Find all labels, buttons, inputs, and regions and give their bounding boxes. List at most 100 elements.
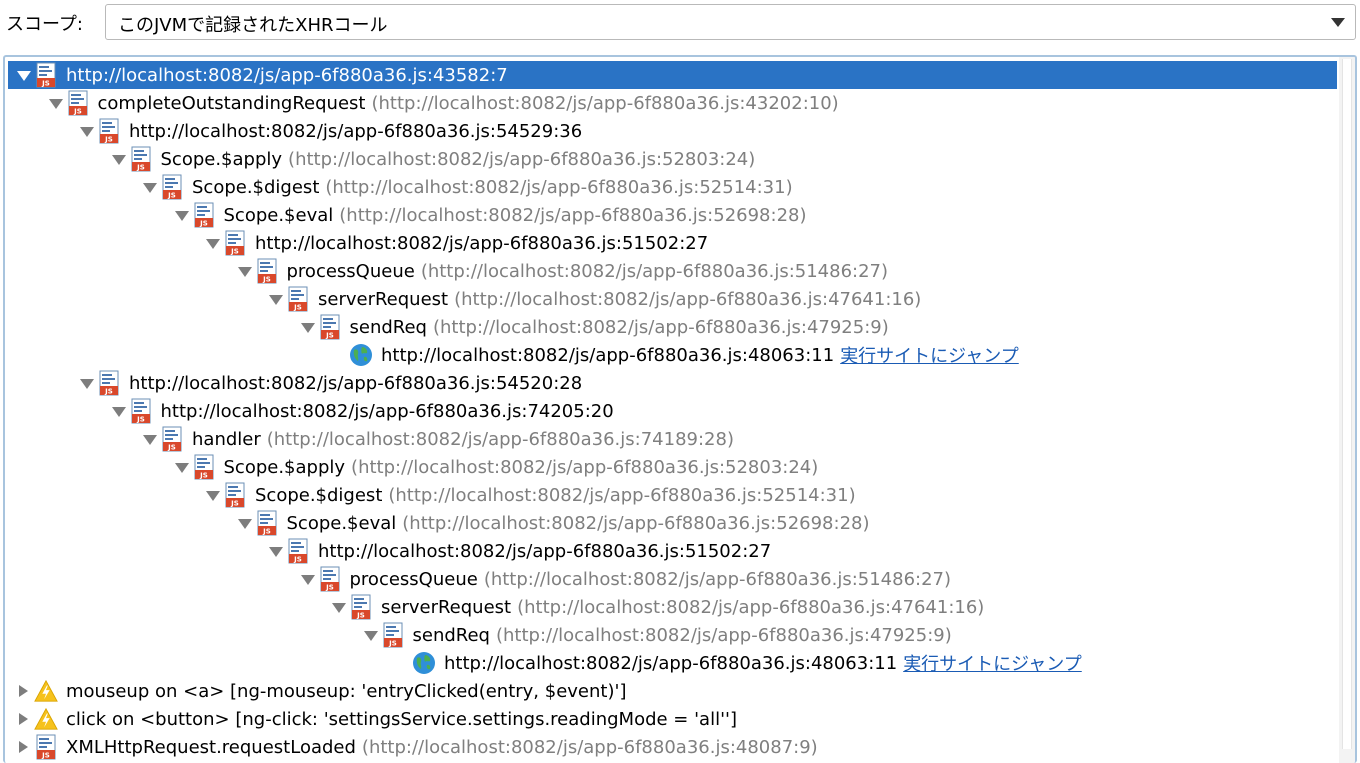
- expanded-triangle-icon[interactable]: [138, 173, 160, 201]
- js-file-icon: JS: [255, 258, 279, 284]
- expanded-triangle-icon[interactable]: [327, 593, 349, 621]
- expanded-triangle-icon[interactable]: [201, 229, 223, 257]
- svg-text:JS: JS: [167, 444, 176, 452]
- tree-row-location: (http://localhost:8082/js/app-6f880a36.j…: [371, 92, 839, 114]
- scope-dropdown[interactable]: このJVMで記録されたXHRコール: [105, 4, 1356, 40]
- tree-row-name: mouseup on <a> [ng-mouseup: 'entryClicke…: [66, 680, 627, 702]
- svg-text:JS: JS: [262, 528, 271, 536]
- svg-text:JS: JS: [104, 388, 113, 396]
- js-file-icon: JS: [318, 314, 342, 340]
- expanded-triangle-icon[interactable]: [233, 509, 255, 537]
- expanded-triangle-icon[interactable]: [75, 117, 97, 145]
- svg-text:JS: JS: [388, 640, 397, 648]
- tree-row[interactable]: JS XMLHttpRequest.requestLoaded (http://lo…: [8, 733, 1337, 761]
- leaf-spacer: [390, 649, 412, 677]
- tree-row[interactable]: JS processQueue (http://localhost:8082/js/…: [8, 257, 1337, 285]
- tree-row-location: (http://localhost:8082/js/app-6f880a36.j…: [402, 512, 870, 534]
- tree-row[interactable]: JS http://localhost:8082/js/app-6f880a36.…: [8, 229, 1337, 257]
- tree-row[interactable]: JS Scope.$digest (http://localhost:8082/js…: [8, 173, 1337, 201]
- js-file-icon: JS: [34, 62, 58, 88]
- tree-row[interactable]: JS processQueue (http://localhost:8082/js/…: [8, 565, 1337, 593]
- expanded-triangle-icon[interactable]: [170, 453, 192, 481]
- expanded-triangle-icon[interactable]: [264, 537, 286, 565]
- js-file-icon: JS: [349, 594, 373, 620]
- svg-text:JS: JS: [199, 220, 208, 228]
- tree-row[interactable]: click on <button> [ng-click: 'settingsSe…: [8, 705, 1337, 733]
- scrollbar-thumb[interactable]: [1342, 59, 1352, 749]
- svg-text:JS: JS: [136, 416, 145, 424]
- js-file-icon: JS: [160, 426, 184, 452]
- tree-row[interactable]: JS http://localhost:8082/js/app-6f880a36.…: [8, 537, 1337, 565]
- tree-row[interactable]: JS http://localhost:8082/js/app-6f880a36.…: [8, 61, 1337, 89]
- expanded-triangle-icon[interactable]: [44, 89, 66, 117]
- tree-row-location: (http://localhost:8082/js/app-6f880a36.j…: [517, 596, 985, 618]
- js-file-icon: JS: [223, 230, 247, 256]
- tree-row[interactable]: mouseup on <a> [ng-mouseup: 'entryClicke…: [8, 677, 1337, 705]
- vertical-scrollbar[interactable]: [1339, 57, 1355, 763]
- expanded-triangle-icon[interactable]: [296, 313, 318, 341]
- tree-row[interactable]: JS serverRequest (http://localhost:8082/js…: [8, 285, 1337, 313]
- tree-row-location: (http://localhost:8082/js/app-6f880a36.j…: [266, 428, 734, 450]
- expanded-triangle-icon[interactable]: [201, 481, 223, 509]
- svg-text:JS: JS: [73, 108, 82, 116]
- jump-to-call-site-link[interactable]: 実行サイトにジャンプ: [840, 342, 1019, 368]
- expanded-triangle-icon[interactable]: [12, 61, 34, 89]
- call-tree[interactable]: JS http://localhost:8082/js/app-6f880a36.…: [3, 55, 1357, 763]
- tree-row-name: serverRequest: [318, 288, 449, 310]
- svg-text:JS: JS: [293, 304, 302, 312]
- tree-row-name: processQueue: [286, 260, 415, 282]
- tree-row-name: http://localhost:8082/js/app-6f880a36.js…: [129, 120, 583, 142]
- tree-row[interactable]: JS serverRequest (http://localhost:8082/js…: [8, 593, 1337, 621]
- svg-text:JS: JS: [356, 612, 365, 620]
- collapsed-triangle-icon[interactable]: [12, 705, 34, 733]
- tree-row[interactable]: JS handler (http://localhost:8082/js/app-6…: [8, 425, 1337, 453]
- tree-row-location: (http://localhost:8082/js/app-6f880a36.j…: [454, 288, 922, 310]
- svg-text:JS: JS: [199, 472, 208, 480]
- collapsed-triangle-icon[interactable]: [12, 677, 34, 705]
- expanded-triangle-icon[interactable]: [233, 257, 255, 285]
- tree-row[interactable]: JS Scope.$apply (http://localhost:8082/js/…: [8, 145, 1337, 173]
- tree-row-name: serverRequest: [381, 596, 512, 618]
- tree-row[interactable]: http://localhost:8082/js/app-6f880a36.js…: [8, 341, 1337, 369]
- js-file-icon: JS: [223, 482, 247, 508]
- tree-row-location: (http://localhost:8082/js/app-6f880a36.j…: [288, 148, 756, 170]
- js-file-icon: JS: [129, 398, 153, 424]
- expanded-triangle-icon[interactable]: [264, 285, 286, 313]
- chevron-down-icon[interactable]: [1331, 18, 1345, 27]
- tree-row[interactable]: JS http://localhost:8082/js/app-6f880a36.…: [8, 397, 1337, 425]
- tree-row-name: http://localhost:8082/js/app-6f880a36.js…: [160, 400, 614, 422]
- expanded-triangle-icon[interactable]: [296, 565, 318, 593]
- tree-row-name: XMLHttpRequest.requestLoaded: [66, 736, 356, 758]
- tree-row[interactable]: JS sendReq (http://localhost:8082/js/app-6…: [8, 621, 1337, 649]
- tree-row[interactable]: JS sendReq (http://localhost:8082/js/app-6…: [8, 313, 1337, 341]
- tree-row[interactable]: JS Scope.$eval (http://localhost:8082/js/a…: [8, 201, 1337, 229]
- expanded-triangle-icon[interactable]: [107, 397, 129, 425]
- expanded-triangle-icon[interactable]: [359, 621, 381, 649]
- tree-row-location: (http://localhost:8082/js/app-6f880a36.j…: [351, 456, 819, 478]
- leaf-spacer: [327, 341, 349, 369]
- js-file-icon: JS: [192, 202, 216, 228]
- expanded-triangle-icon[interactable]: [107, 145, 129, 173]
- scope-label: スコープ:: [6, 14, 83, 35]
- svg-text:JS: JS: [136, 164, 145, 172]
- tree-row[interactable]: JS http://localhost:8082/js/app-6f880a36.…: [8, 117, 1337, 145]
- js-file-icon: JS: [97, 118, 121, 144]
- scope-bar: スコープ: このJVMで記録されたXHRコール: [0, 0, 1360, 46]
- tree-row-name: sendReq: [349, 316, 427, 338]
- tree-row[interactable]: JS completeOutstandingRequest (http://loca…: [8, 89, 1337, 117]
- tree-row[interactable]: JS Scope.$apply (http://localhost:8082/js/…: [8, 453, 1337, 481]
- tree-row[interactable]: JS http://localhost:8082/js/app-6f880a36.…: [8, 369, 1337, 397]
- js-file-icon: JS: [318, 566, 342, 592]
- jump-to-call-site-link[interactable]: 実行サイトにジャンプ: [903, 650, 1082, 676]
- collapsed-triangle-icon[interactable]: [12, 733, 34, 761]
- expanded-triangle-icon[interactable]: [75, 369, 97, 397]
- tree-row[interactable]: JS Scope.$digest (http://localhost:8082/js…: [8, 481, 1337, 509]
- expanded-triangle-icon[interactable]: [170, 201, 192, 229]
- tree-row[interactable]: JS Scope.$eval (http://localhost:8082/js/a…: [8, 509, 1337, 537]
- js-file-icon: JS: [255, 510, 279, 536]
- globe-icon: [412, 650, 436, 676]
- js-file-icon: JS: [286, 286, 310, 312]
- expanded-triangle-icon[interactable]: [138, 425, 160, 453]
- tree-row[interactable]: http://localhost:8082/js/app-6f880a36.js…: [8, 649, 1337, 677]
- tree-row-name: completeOutstandingRequest: [97, 92, 366, 114]
